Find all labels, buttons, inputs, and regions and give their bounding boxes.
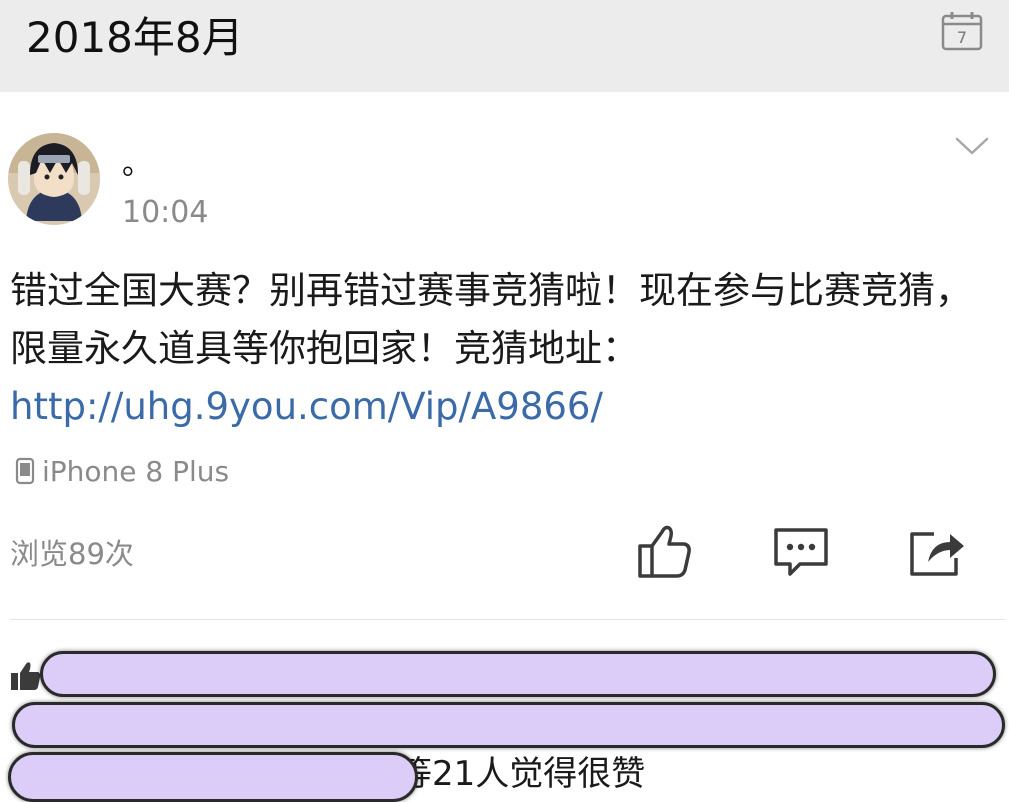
redacted-likes-names: [12, 702, 1005, 748]
divider: [10, 619, 1005, 620]
post-text: 错过全国大赛？别再错过赛事竞猜啦！现在参与比赛竞猜，限量永久道具等你抱回家！竞猜…: [10, 269, 972, 370]
month-header: 2018年8月 7: [0, 0, 1009, 92]
avatar[interactable]: [8, 133, 100, 225]
calendar-day: 7: [957, 28, 967, 47]
device-label: iPhone 8 Plus: [42, 454, 230, 488]
share-button[interactable]: [906, 520, 968, 582]
thumbs-up-icon: [11, 662, 41, 690]
phone-icon: [15, 457, 35, 485]
month-title: 2018年8月: [26, 13, 244, 62]
device-info: iPhone 8 Plus: [14, 453, 229, 489]
post-menu-button[interactable]: [952, 132, 992, 160]
like-button[interactable]: [634, 520, 696, 582]
calendar-icon: 7: [941, 12, 983, 51]
comment-button[interactable]: [770, 520, 832, 582]
chevron-down-icon: [955, 137, 989, 155]
post-time: 10:04: [122, 195, 209, 230]
post-link[interactable]: http://uhg.9you.com/Vip/A9866/: [10, 385, 603, 428]
redacted-likes-names: [8, 752, 418, 802]
comment-icon: [774, 528, 828, 576]
avatar-image: [8, 133, 100, 225]
like-icon: [638, 525, 691, 578]
share-icon: [910, 532, 964, 576]
author-name[interactable]: 。: [122, 148, 152, 182]
post-content: 错过全国大赛？别再错过赛事竞猜啦！现在参与比赛竞猜，限量永久道具等你抱回家！竞猜…: [10, 262, 1005, 436]
likes-summary[interactable]: 等21人觉得很赞: [398, 752, 645, 796]
view-count: 浏览89次: [10, 537, 134, 571]
redacted-likes-names: [40, 651, 996, 697]
calendar-button[interactable]: 7: [940, 10, 984, 52]
